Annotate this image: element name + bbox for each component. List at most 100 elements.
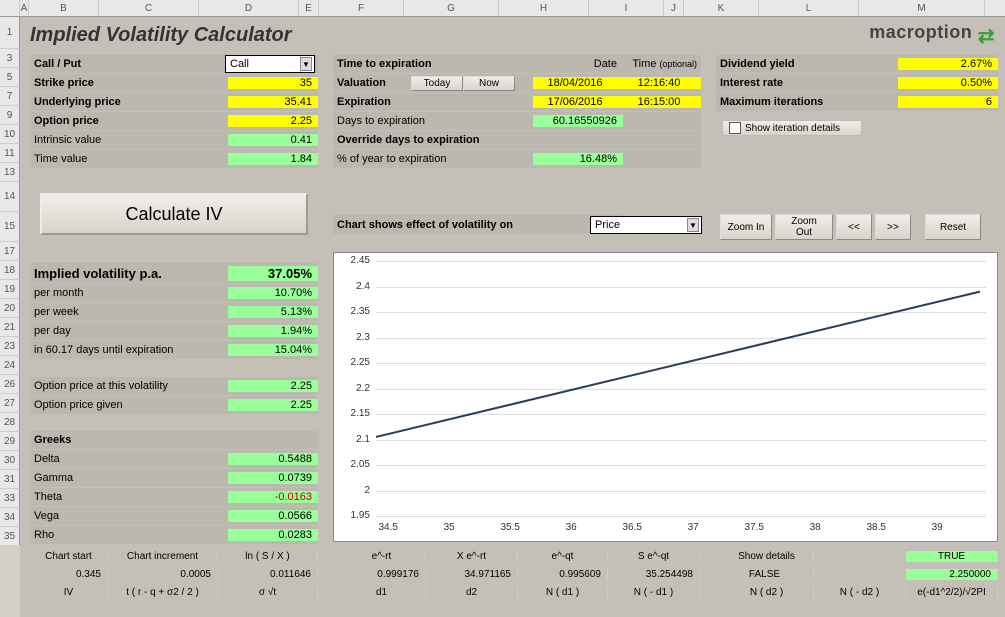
valuation-date[interactable]: 18/04/2016: [533, 77, 623, 89]
pct-year-label: % of year to expiration: [333, 153, 533, 165]
strike-label: Strike price: [30, 77, 228, 89]
x-tick: 37: [678, 522, 708, 533]
formula-cell: N ( d1 ): [518, 587, 608, 598]
price-given-label: Option price given: [30, 399, 228, 411]
row-29: 29: [0, 432, 20, 451]
col-E: E: [299, 0, 319, 16]
x-tick: 38: [800, 522, 830, 533]
expiration-date[interactable]: 17/06/2016: [533, 96, 623, 108]
formula-cell: e(-d1^2/2)/√2PI: [906, 587, 998, 598]
formula-cell: N ( - d2 ): [814, 587, 906, 598]
call-put-dropdown[interactable]: Call ▼: [225, 55, 315, 73]
col-B: B: [29, 0, 99, 16]
int-rate-label: Interest rate: [716, 77, 898, 89]
y-tick: 2.05: [340, 459, 370, 470]
formula-cell: Show details: [720, 551, 814, 562]
formula-cell: e^-qt: [518, 551, 608, 562]
show-iteration-checkbox[interactable]: Show iteration details: [722, 120, 862, 136]
formula-cell: S e^-qt: [608, 551, 700, 562]
price-given-value: 2.25: [228, 399, 318, 411]
chart-dropdown[interactable]: Price ▼: [590, 216, 702, 234]
today-button[interactable]: Today: [411, 76, 463, 91]
row-35: 35: [0, 527, 20, 546]
formula-cell: 34.971165: [426, 569, 518, 580]
back-button[interactable]: <<: [836, 214, 872, 240]
row-15: 15: [0, 212, 20, 242]
formula-cell: d2: [426, 587, 518, 598]
vega-value: 0.0566: [228, 510, 318, 522]
col-K: K: [684, 0, 759, 16]
chart-effect-label: Chart shows effect of volatility on: [333, 219, 589, 231]
option-price-value[interactable]: 2.25: [228, 115, 318, 127]
col-C: C: [99, 0, 199, 16]
row-27: 27: [0, 394, 20, 413]
underlying-value[interactable]: 35.41: [228, 96, 318, 108]
override-label: Override days to expiration: [333, 134, 533, 146]
x-tick: 38.5: [861, 522, 891, 533]
y-tick: 1.95: [340, 510, 370, 521]
checkbox-icon: [729, 122, 741, 134]
rho-value: 0.0283: [228, 529, 318, 541]
formula-cell: TRUE: [906, 551, 998, 562]
reset-button[interactable]: Reset: [925, 214, 981, 240]
formula-cell: N ( d2 ): [720, 587, 814, 598]
row-10: 10: [0, 125, 20, 144]
intrinsic-value: 0.41: [228, 134, 318, 146]
valuation-label: Valuation: [333, 77, 411, 89]
x-tick: 36.5: [617, 522, 647, 533]
price-atvol-value: 2.25: [228, 380, 318, 392]
chevron-down-icon: ▼: [687, 218, 699, 232]
col-H: H: [499, 0, 589, 16]
iv-month-value: 10.70%: [228, 287, 318, 299]
intrinsic-label: Intrinsic value: [30, 134, 228, 146]
valuation-time[interactable]: 12:16:40: [623, 77, 701, 89]
iv-week-label: per week: [30, 306, 228, 318]
formula-cell: Chart increment: [108, 551, 218, 562]
chevron-down-icon: ▼: [300, 57, 312, 71]
logo-icon: ⇄: [978, 25, 995, 47]
option-price-label: Option price: [30, 115, 228, 127]
row-1: 1: [0, 17, 20, 49]
row-11: 11: [0, 144, 20, 163]
page-title: Implied Volatility Calculator: [30, 24, 292, 47]
rho-label: Rho: [30, 529, 228, 541]
x-tick: 36: [556, 522, 586, 533]
col-F: F: [319, 0, 404, 16]
date-header: Date: [533, 58, 623, 70]
theta-value: -0.0163: [228, 491, 318, 503]
row-28: 28: [0, 413, 20, 432]
underlying-label: Underlying price: [30, 96, 228, 108]
strike-value[interactable]: 35: [228, 77, 318, 89]
max-iter-value[interactable]: 6: [898, 96, 998, 108]
row-9: 9: [0, 106, 20, 125]
y-tick: 2.4: [340, 281, 370, 292]
forward-button[interactable]: >>: [875, 214, 911, 240]
expiration-time[interactable]: 16:15:00: [623, 96, 701, 108]
y-tick: 2.25: [340, 357, 370, 368]
div-yield-value[interactable]: 2.67%: [898, 58, 998, 70]
gamma-label: Gamma: [30, 472, 228, 484]
vega-label: Vega: [30, 510, 228, 522]
now-button[interactable]: Now: [463, 76, 515, 91]
calculate-iv-button[interactable]: Calculate IV: [40, 193, 308, 235]
zoom-out-button[interactable]: Zoom Out: [775, 214, 833, 240]
formula-cell: 35.254498: [608, 569, 700, 580]
col-D: D: [199, 0, 299, 16]
days-exp-value: 60.16550926: [533, 115, 623, 127]
col-J: J: [664, 0, 684, 16]
formula-cell: 0.999176: [338, 569, 426, 580]
row-21: 21: [0, 318, 20, 337]
row-20: 20: [0, 299, 20, 318]
zoom-in-button[interactable]: Zoom In: [720, 214, 772, 240]
iv-exp-value: 15.04%: [228, 344, 318, 356]
row-24: 24: [0, 356, 20, 375]
div-yield-label: Dividend yield: [716, 58, 898, 70]
theta-label: Theta: [30, 491, 228, 503]
col-L: L: [759, 0, 859, 16]
price-atvol-label: Option price at this volatility: [30, 380, 228, 392]
row-31: 31: [0, 470, 20, 489]
int-rate-value[interactable]: 0.50%: [898, 77, 998, 89]
row-18: 18: [0, 261, 20, 280]
formula-cell: t ( r - q + σ2 / 2 ): [108, 587, 218, 598]
x-tick: 35: [434, 522, 464, 533]
